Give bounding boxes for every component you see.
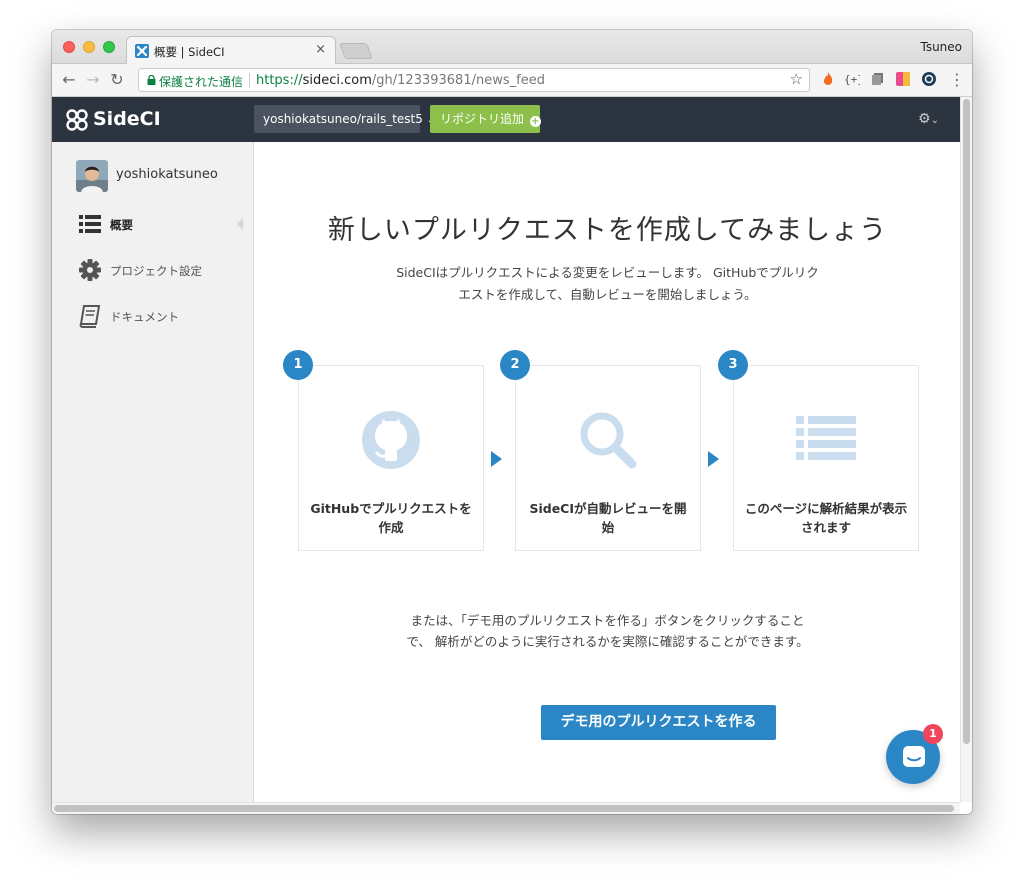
- tab-close-icon[interactable]: ×: [315, 42, 326, 57]
- copy-extension-icon[interactable]: [870, 71, 886, 87]
- bookmark-star-icon[interactable]: ☆: [790, 70, 803, 88]
- step-card-3: このページに解析結果が表示されます: [733, 365, 919, 551]
- logo-text[interactable]: SideCI: [93, 108, 161, 130]
- gear-icon: [79, 259, 101, 281]
- avatar: [76, 160, 108, 192]
- sidebar-item-documents[interactable]: ドキュメント: [78, 304, 254, 328]
- browser-profile-name[interactable]: Tsuneo: [920, 40, 962, 54]
- step-label: GitHubでプルリクエストを作成: [310, 501, 472, 535]
- url-path: /gh/123393681/news_feed: [371, 73, 545, 88]
- url-host: sideci.com: [302, 73, 372, 88]
- page-title: 新しいプルリクエストを作成してみましょう: [327, 215, 888, 246]
- new-tab-button[interactable]: [339, 43, 373, 59]
- tab-title: 概要 | SideCI: [154, 45, 225, 59]
- plus-circle-icon: +: [529, 116, 541, 127]
- back-arrow-icon[interactable]: ←: [60, 70, 78, 89]
- lock-icon: [147, 75, 156, 85]
- minimize-window-button[interactable]: [83, 41, 95, 53]
- vertical-scrollbar[interactable]: [960, 97, 972, 802]
- gradient-extension-icon[interactable]: [895, 71, 911, 87]
- notification-badge: 1: [923, 724, 943, 744]
- step-number-badge: 3: [718, 350, 748, 380]
- horizontal-scrollbar[interactable]: [52, 802, 960, 814]
- reload-icon[interactable]: ↻: [108, 70, 126, 89]
- magnifier-icon: [580, 412, 637, 469]
- step-label: SideCIが自動レビューを開始: [529, 501, 687, 535]
- maximize-window-button[interactable]: [103, 41, 115, 53]
- horizontal-scroll-thumb[interactable]: [54, 805, 954, 812]
- settings-menu[interactable]: ⚙⌄: [918, 111, 939, 127]
- step-card-2: SideCIが自動レビューを開始: [515, 365, 701, 551]
- browser-tab[interactable]: 概要 | SideCI ×: [126, 36, 336, 65]
- gear-icon: ⚙: [918, 111, 931, 127]
- sidebar-item-label: プロジェクト設定: [110, 264, 202, 278]
- sideci-favicon-icon: [135, 44, 149, 58]
- step-card-1: GitHubでプルリクエストを作成: [298, 365, 484, 551]
- username: yoshiokatsuneo: [116, 167, 218, 182]
- url-text: https://sideci.com/gh/123393681/news_fee…: [256, 73, 545, 88]
- dark-extension-icon[interactable]: [921, 71, 937, 87]
- url-scheme: https://: [256, 73, 303, 88]
- book-icon: [79, 305, 101, 328]
- close-window-button[interactable]: [63, 41, 75, 53]
- add-repository-label: リポジトリ追加: [440, 112, 525, 126]
- active-indicator: [237, 218, 243, 230]
- vertical-scroll-thumb[interactable]: [963, 99, 970, 744]
- step-label: このページに解析結果が表示されます: [744, 501, 908, 535]
- sidebar-item-label: ドキュメント: [110, 310, 179, 324]
- list-icon: [79, 215, 101, 233]
- intro-text: SideCIはプルリクエストによる変更をレビューします。 GitHubでプルリク…: [396, 265, 819, 302]
- sidebar-item-project-settings[interactable]: プロジェクト設定: [78, 258, 254, 282]
- tab-strip: 概要 | SideCI × Tsuneo: [52, 30, 972, 65]
- step-arrow-icon: [491, 451, 502, 467]
- secure-label: 保護された通信: [159, 75, 244, 89]
- chevron-down-icon: ⌄: [930, 115, 939, 126]
- app-header: SideCI yoshiokatsuneo/rails_test5 ⌄ リポジト…: [52, 97, 960, 142]
- json-extension-icon[interactable]: {+}: [844, 71, 860, 87]
- chat-icon: [903, 746, 925, 767]
- add-repository-button[interactable]: リポジトリ追加 +: [430, 105, 541, 133]
- repository-selector[interactable]: yoshiokatsuneo/rails_test5 ⌄: [254, 105, 435, 133]
- sidebar: yoshiokatsuneo 概要 プロジェクト設定 ドキュメント: [52, 142, 254, 802]
- svg-text:{+}: {+}: [844, 73, 860, 86]
- omnibox-divider: [249, 73, 250, 88]
- address-bar[interactable]: 保護された通信 https://sideci.com/gh/123393681/…: [138, 68, 810, 92]
- main-content: 新しいプルリクエストを作成してみましょう SideCIはプルリクエストによる変更…: [255, 142, 960, 802]
- step-arrow-icon: [708, 451, 719, 467]
- sideci-logo-icon[interactable]: [66, 109, 88, 131]
- flame-extension-icon[interactable]: [820, 71, 836, 87]
- sidebar-item-label: 概要: [110, 218, 133, 232]
- forward-arrow-icon[interactable]: →: [84, 70, 102, 89]
- repository-name: yoshiokatsuneo/rails_test5: [263, 112, 423, 126]
- create-demo-pull-request-button[interactable]: デモ用のプルリクエストを作る: [541, 705, 776, 740]
- list-icon: [796, 416, 856, 460]
- step-number-badge: 2: [500, 350, 530, 380]
- chat-launcher[interactable]: 1: [886, 724, 943, 784]
- browser-toolbar: ← → ↻ 保護された通信 https://sideci.com/gh/1233…: [52, 64, 972, 97]
- sidebar-item-overview[interactable]: 概要: [78, 212, 254, 236]
- step-number-badge: 1: [283, 350, 313, 380]
- browser-menu-icon[interactable]: ⋮: [948, 70, 966, 89]
- github-icon: [362, 411, 420, 469]
- browser-window: 概要 | SideCI × Tsuneo ← → ↻ 保護された通信 https…: [52, 30, 972, 814]
- demo-note: または、「デモ用のプルリクエストを作る」ボタンをクリックすることで、 解析がどの…: [406, 613, 809, 649]
